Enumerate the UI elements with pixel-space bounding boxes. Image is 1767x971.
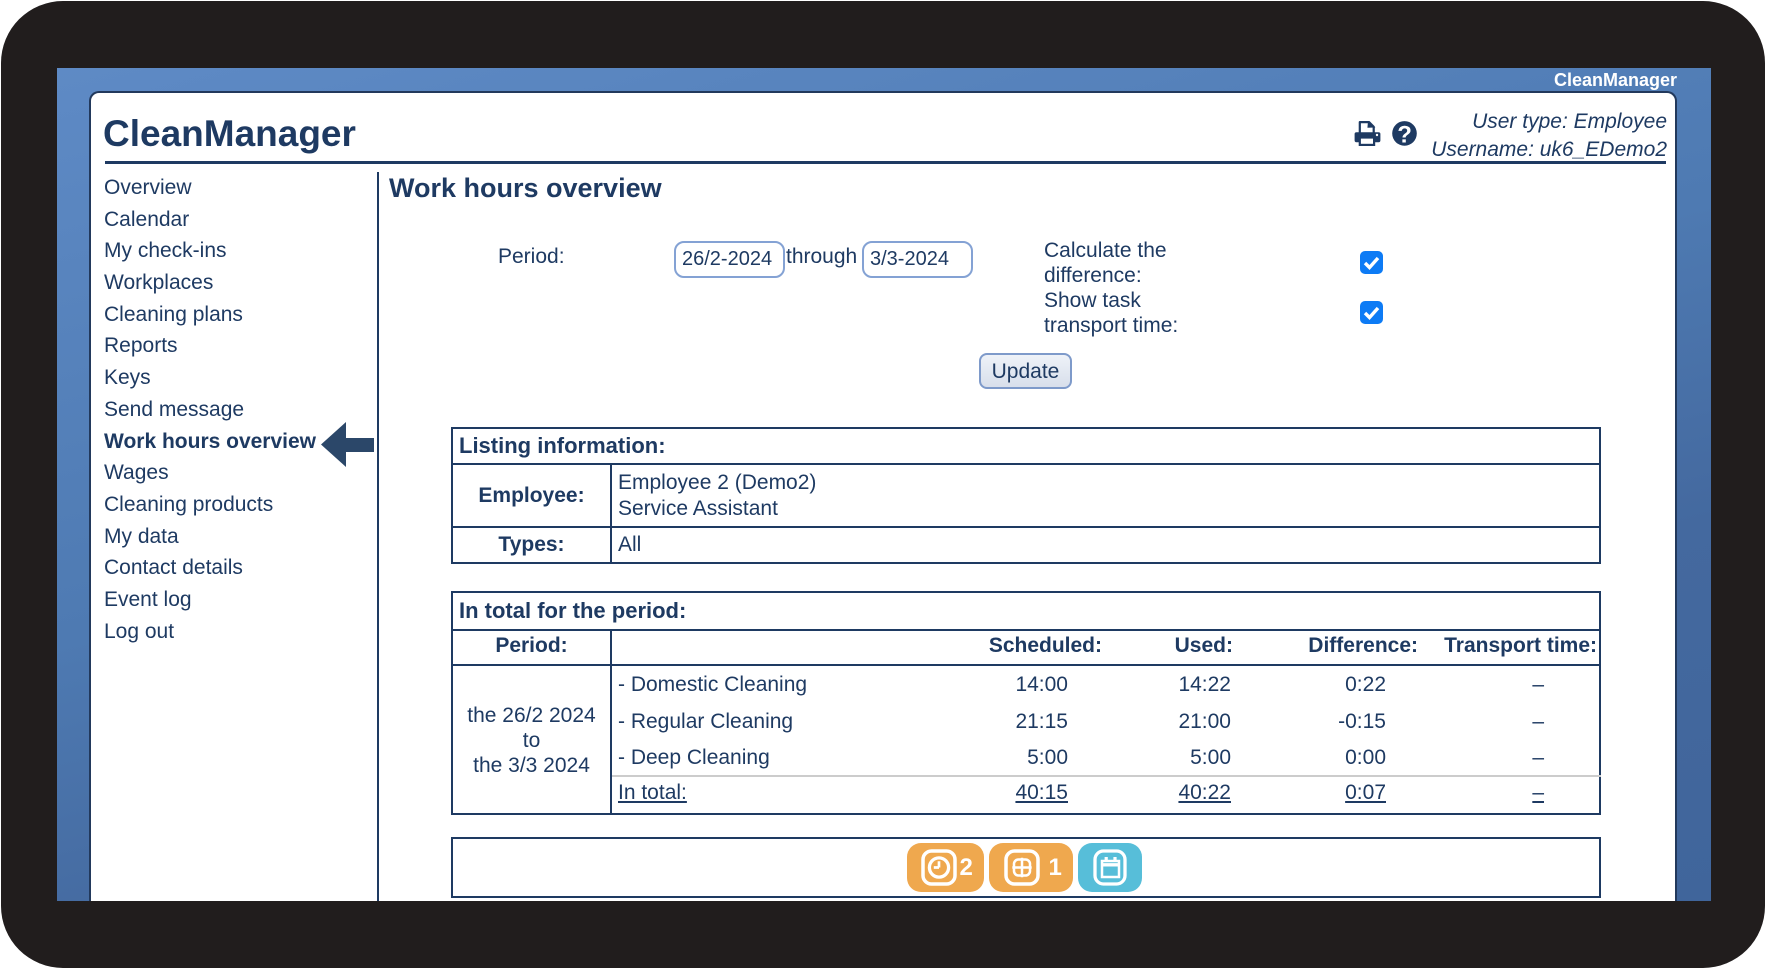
svg-text:?: ? bbox=[1397, 122, 1412, 146]
